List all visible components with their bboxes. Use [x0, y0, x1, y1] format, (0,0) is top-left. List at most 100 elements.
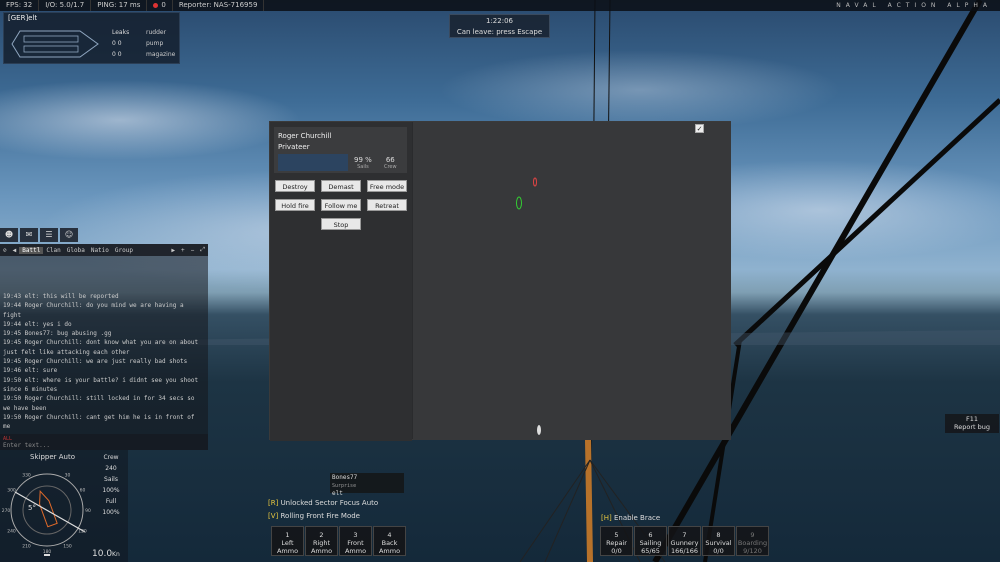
- stop-button[interactable]: Stop: [321, 218, 361, 230]
- skill-gunnery[interactable]: 7 Gunnery 166/166: [668, 526, 701, 556]
- heading-readout: 5°: [28, 504, 36, 512]
- retreat-button[interactable]: Retreat: [367, 199, 407, 211]
- slot-sub: Ammo: [378, 547, 401, 555]
- record-icon: [153, 2, 159, 8]
- game-brand: NAVAL ACTION ALPHA: [836, 2, 992, 9]
- io-readout: I/O: 5.0/1.7: [39, 0, 92, 11]
- skill-key: 5: [614, 531, 619, 539]
- group-icon[interactable]: ☺: [60, 228, 78, 242]
- skill-value: 166/166: [670, 547, 698, 555]
- chat-message: 19:43 elt: this will be reported: [3, 293, 119, 300]
- skill-value: 0/0: [713, 547, 724, 555]
- chat-forward-icon[interactable]: ▶: [168, 247, 178, 254]
- tab-nation[interactable]: Natio: [88, 247, 112, 254]
- fire-mode-info: [R] Unlocked Sector Focus Auto [V] Rolli…: [268, 497, 378, 523]
- chat-add-icon[interactable]: +: [178, 247, 188, 254]
- skill-repair[interactable]: 5 Repair 0/0: [600, 526, 633, 556]
- chat-log[interactable]: 19:43 elt: this will be reported 19:44 R…: [0, 256, 208, 434]
- ship-diagram-icon: [11, 30, 99, 58]
- chat-scroll-icon[interactable]: ⊘: [0, 247, 10, 254]
- slot-key: 2: [319, 531, 324, 539]
- ammo-slot-front[interactable]: 3 Front Ammo: [339, 526, 372, 556]
- record-indicator: 0: [147, 0, 173, 11]
- battle-time: 1:22:06: [486, 17, 513, 25]
- ship-damage-panel: [GER]elt Leaks 0 0 0 0 rudder pump magaz…: [3, 12, 180, 64]
- system-rudder: rudder: [146, 29, 167, 36]
- compass-dial[interactable]: 306090120150180210240270300330: [0, 462, 96, 562]
- skill-sailing[interactable]: 6 Sailing 65/65: [634, 526, 667, 556]
- chat-input[interactable]: ALL Enter text...: [0, 434, 208, 450]
- fire-mode-text: Rolling Front Fire Mode: [280, 512, 361, 520]
- fleet-ship-card[interactable]: Roger Churchill Privateer 99 % Sails 66 …: [274, 127, 407, 173]
- target-name: Bones77: [332, 474, 358, 481]
- captain-name: Roger Churchill: [278, 132, 332, 140]
- compass-tick-label: 270: [2, 508, 11, 514]
- fire-mode-key: [V]: [268, 512, 279, 520]
- fire-mode-line[interactable]: [V] Rolling Front Fire Mode: [268, 510, 378, 523]
- brace-hint[interactable]: [H] Enable Brace: [601, 514, 660, 522]
- leaks-row: 0 0: [112, 40, 122, 47]
- ammo-slot-left[interactable]: 1 Left Ammo: [271, 526, 304, 556]
- fleet-command-panel: Roger Churchill Privateer 99 % Sails 66 …: [269, 121, 731, 441]
- skill-survival[interactable]: 8 Survival 0/0: [702, 526, 735, 556]
- slot-label: Front: [347, 539, 364, 547]
- tab-global[interactable]: Globa: [64, 247, 88, 254]
- tab-clan[interactable]: Clan: [43, 247, 63, 254]
- speed-readout: 10.0Kn: [92, 549, 120, 559]
- brace-key: [H]: [601, 514, 612, 522]
- tab-group[interactable]: Group: [112, 247, 136, 254]
- chat-expand-icon[interactable]: ⤢: [197, 246, 208, 254]
- slot-sub: Ammo: [276, 547, 299, 555]
- mail-icon[interactable]: ✉: [20, 228, 38, 242]
- crew-label: Crew: [103, 454, 119, 461]
- skill-label: Repair: [606, 539, 627, 547]
- system-pump: pump: [146, 40, 164, 47]
- list-icon[interactable]: ☰: [40, 228, 58, 242]
- skill-value: 65/65: [641, 547, 660, 555]
- skill-label: Boarding: [737, 539, 768, 547]
- destroy-button[interactable]: Destroy: [275, 180, 315, 192]
- free-mode-button[interactable]: Free mode: [367, 180, 407, 192]
- map-markers: [516, 177, 541, 435]
- chat-tabs: ⊘ ◀ Battl Clan Globa Natio Group ▶ + − ⤢: [0, 244, 208, 256]
- leaks-row: 0 0: [112, 51, 122, 58]
- sector-text: Unlocked Sector Focus Auto: [280, 499, 379, 507]
- full-label: Full: [105, 498, 117, 505]
- ammo-slot-back[interactable]: 4 Back Ammo: [373, 526, 406, 556]
- slot-label: Left: [281, 539, 294, 547]
- helm-stats: Crew 240 Sails 100% Full 100%: [94, 452, 128, 518]
- hold-fire-button[interactable]: Hold fire: [275, 199, 315, 211]
- slot-key: 3: [353, 531, 358, 539]
- chat-remove-icon[interactable]: −: [188, 247, 198, 254]
- chat-message: 19:45 Bones77: bug abusing .gg: [3, 330, 112, 338]
- target-ship: Surprise: [332, 483, 357, 489]
- report-key: F11: [965, 415, 978, 423]
- chat-back-icon[interactable]: ◀: [10, 247, 20, 254]
- compass-tick-label: 240: [7, 529, 16, 535]
- crew-label: Crew: [384, 164, 397, 170]
- crew-skills-bar: 5 Repair 0/0 6 Sailing 65/65 7 Gunnery 166/166…: [600, 526, 770, 556]
- skill-label: Gunnery: [670, 539, 699, 547]
- ally-ship-marker: [516, 196, 522, 210]
- ship-heading-marker: [39, 489, 58, 528]
- skill-label: Survival: [705, 539, 732, 547]
- battle-map[interactable]: ✓: [413, 122, 731, 440]
- report-bug-button[interactable]: F11 Report bug: [945, 414, 999, 433]
- fleet-orders: Roger Churchill Privateer 99 % Sails 66 …: [270, 122, 412, 441]
- skill-boarding[interactable]: 9 Boarding 9/120: [736, 526, 769, 556]
- ammo-slot-right[interactable]: 2 Right Ammo: [305, 526, 338, 556]
- compass-tick-label: 120: [78, 529, 87, 535]
- sails-value: 99 %: [354, 156, 372, 164]
- skill-key: 9: [750, 531, 755, 539]
- chat-message: 19:45 Roger Churchill: we are just reall…: [3, 358, 188, 366]
- skill-key: 7: [682, 531, 687, 539]
- sector-focus-line[interactable]: [R] Unlocked Sector Focus Auto: [268, 497, 378, 510]
- follow-me-button[interactable]: Follow me: [321, 199, 361, 211]
- slot-key: 4: [387, 531, 392, 539]
- enemy-ship-marker: [533, 177, 537, 187]
- sails-percent: 100%: [102, 487, 120, 494]
- battle-timer: 1:22:06 Can leave: press Escape: [449, 14, 550, 38]
- demast-button[interactable]: Demast: [321, 180, 361, 192]
- friends-icon[interactable]: ☻: [0, 228, 18, 242]
- tab-battle[interactable]: Battl: [19, 246, 44, 254]
